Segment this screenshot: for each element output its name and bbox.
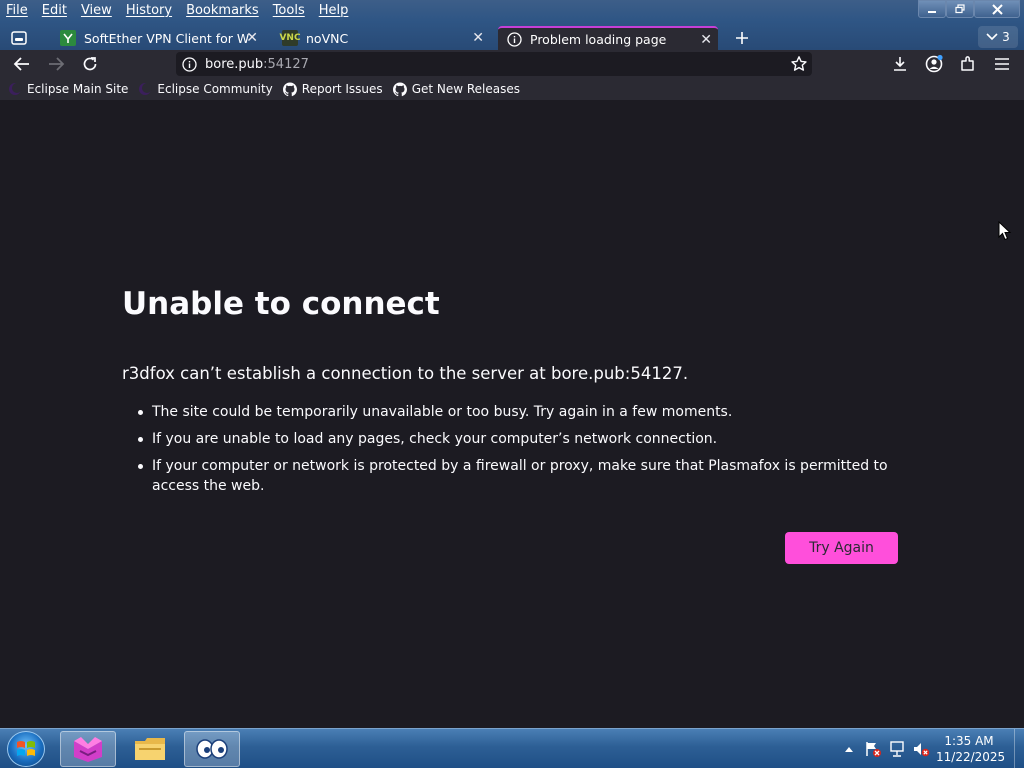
bookmark-label: Eclipse Community xyxy=(157,82,273,96)
github-icon xyxy=(282,82,297,96)
plasmafox-icon xyxy=(74,737,102,762)
bookmark-label: Report Issues xyxy=(301,82,383,96)
firefox-view-button[interactable] xyxy=(6,26,32,50)
taskbar-browser-app[interactable] xyxy=(60,731,116,767)
account-icon xyxy=(925,54,943,73)
tab-title: SoftEther VPN Client for Windo xyxy=(84,30,250,46)
close-icon xyxy=(991,3,1003,15)
back-arrow-icon xyxy=(13,57,29,71)
list-item: The site could be temporarily unavailabl… xyxy=(138,402,902,422)
app-menu-button[interactable] xyxy=(990,52,1014,76)
list-item: If your computer or network is protected… xyxy=(138,456,902,496)
page-content: Unable to connect r3dfox can’t establish… xyxy=(0,100,1024,728)
clock-time: 1:35 AM xyxy=(944,734,994,748)
eclipse-icon xyxy=(138,82,153,96)
taskbar: 1:35 AM 11/22/2025 xyxy=(0,728,1024,768)
restore-button[interactable] xyxy=(946,0,974,18)
menu-file[interactable]: File xyxy=(6,3,28,18)
forward-arrow-icon xyxy=(49,57,65,71)
bookmark-get-new-releases[interactable]: Get New Releases xyxy=(392,82,521,96)
new-tab-button[interactable] xyxy=(730,27,754,49)
taskbar-vnc-app[interactable] xyxy=(184,731,240,767)
tab-strip: SoftEther VPN Client for Windo ✕ VNC noV… xyxy=(0,25,1024,50)
error-title: Unable to connect xyxy=(122,286,440,322)
action-center-flag-icon[interactable] xyxy=(864,740,882,758)
tab-problem-loading[interactable]: Problem loading page ✕ xyxy=(498,26,718,50)
site-info-icon[interactable] xyxy=(182,56,197,72)
start-button[interactable] xyxy=(7,731,45,767)
tab-novnc[interactable]: VNC noVNC ✕ xyxy=(278,26,490,50)
downloads-button[interactable] xyxy=(888,52,912,76)
system-tray: 1:35 AM 11/22/2025 xyxy=(840,729,1024,768)
url-text[interactable]: bore.pub:54127 xyxy=(205,57,309,72)
window-controls xyxy=(918,0,1020,18)
url-host: bore.pub xyxy=(205,56,264,72)
chevron-down-icon xyxy=(986,33,998,41)
window-titlebar: File Edit View History Bookmarks Tools H… xyxy=(0,0,1024,50)
url-bar[interactable]: bore.pub:54127 xyxy=(176,52,812,76)
info-icon xyxy=(506,31,522,47)
menu-edit[interactable]: Edit xyxy=(42,3,67,18)
mouse-cursor-icon xyxy=(998,221,1012,241)
github-icon xyxy=(392,82,407,96)
show-hidden-icons-icon[interactable] xyxy=(840,740,858,758)
taskbar-explorer-app[interactable] xyxy=(122,731,178,767)
network-icon[interactable] xyxy=(888,740,906,758)
bookmark-label: Get New Releases xyxy=(411,82,521,96)
list-item: If you are unable to load any pages, che… xyxy=(138,429,902,449)
try-again-button[interactable]: Try Again xyxy=(785,532,898,564)
close-window-button[interactable] xyxy=(974,0,1020,18)
clock-date: 11/22/2025 xyxy=(936,750,1006,764)
reload-button[interactable] xyxy=(78,52,102,76)
tab-close-icon[interactable]: ✕ xyxy=(472,30,484,46)
softether-icon xyxy=(60,30,76,46)
download-icon xyxy=(894,57,906,71)
navigation-toolbar: bore.pub:54127 xyxy=(0,50,1024,78)
novnc-icon: VNC xyxy=(279,30,301,46)
windows-logo-icon xyxy=(17,741,35,756)
list-all-tabs-button[interactable]: 3 xyxy=(978,26,1018,48)
folder-icon xyxy=(135,738,165,760)
menu-tools[interactable]: Tools xyxy=(273,3,305,18)
back-button[interactable] xyxy=(10,52,34,76)
eclipse-icon xyxy=(8,82,22,96)
menu-bookmarks[interactable]: Bookmarks xyxy=(186,3,259,18)
hamburger-menu-icon xyxy=(995,58,1009,70)
url-port: :54127 xyxy=(263,56,309,72)
bookmark-report-issues[interactable]: Report Issues xyxy=(282,82,383,96)
menu-view[interactable]: View xyxy=(81,3,112,18)
tab-close-icon[interactable]: ✕ xyxy=(246,30,258,46)
forward-button[interactable] xyxy=(44,52,68,76)
tab-title: noVNC xyxy=(306,30,349,46)
bookmark-star-icon[interactable] xyxy=(790,55,808,73)
menu-history[interactable]: History xyxy=(126,3,172,18)
minimize-icon xyxy=(928,11,936,13)
bookmark-label: Eclipse Main Site xyxy=(27,82,129,96)
minimize-button[interactable] xyxy=(918,0,946,18)
extensions-button[interactable] xyxy=(956,52,980,76)
error-suggestions: The site could be temporarily unavailabl… xyxy=(138,402,902,503)
error-description: r3dfox can’t establish a connection to t… xyxy=(122,364,689,383)
eyes-icon xyxy=(196,739,228,759)
firefox-view-icon xyxy=(11,31,27,45)
account-button[interactable] xyxy=(922,52,946,76)
restore-icon xyxy=(955,4,965,14)
plus-icon xyxy=(736,32,748,44)
show-desktop-button[interactable] xyxy=(1014,729,1024,768)
taskbar-clock[interactable]: 1:35 AM 11/22/2025 xyxy=(936,733,1006,765)
menu-bar: File Edit View History Bookmarks Tools H… xyxy=(0,0,362,20)
bookmark-eclipse-community[interactable]: Eclipse Community xyxy=(138,82,273,96)
tab-title: Problem loading page xyxy=(530,31,667,47)
tab-softether[interactable]: SoftEther VPN Client for Windo ✕ xyxy=(56,26,264,50)
bookmarks-toolbar: Eclipse Main Site Eclipse Community Repo… xyxy=(0,78,1024,100)
tab-close-icon[interactable]: ✕ xyxy=(700,32,712,48)
bookmark-eclipse-main[interactable]: Eclipse Main Site xyxy=(8,82,128,96)
tab-count: 3 xyxy=(1002,30,1010,44)
reload-icon xyxy=(83,57,97,71)
volume-muted-icon[interactable] xyxy=(912,740,930,758)
menu-help[interactable]: Help xyxy=(319,3,349,18)
puzzle-icon xyxy=(961,56,974,71)
